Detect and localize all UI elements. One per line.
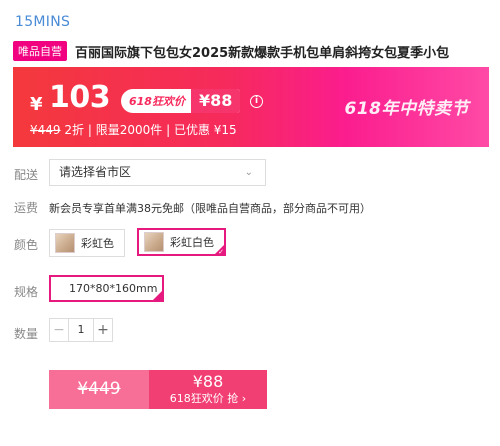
brand-name[interactable]: 15MINS	[15, 14, 70, 30]
self-operated-badge: 唯品自营	[13, 41, 67, 61]
freight-text: 新会员专享首单满38元免邮（限唯品自营商品，部分商品不可用）	[49, 202, 371, 215]
product-title-row: 唯品自营 百丽国际旗下包包女2025新款爆款手机包单肩斜挎女包夏季小包	[13, 40, 493, 62]
discount-text: 2折	[64, 123, 85, 137]
spec-option-label: 170*80*160mm	[69, 282, 158, 295]
shipping-label: 配送	[14, 168, 39, 182]
increment-button[interactable]: +	[94, 319, 112, 341]
quantity-stepper: − 1 +	[49, 318, 113, 342]
festival-banner-text: 618年中特卖节	[344, 99, 469, 119]
region-select[interactable]: 请选择省市区 ⌄	[49, 159, 266, 186]
color-swatch	[55, 233, 75, 253]
promo-price: ¥88	[190, 89, 241, 113]
promo-label: 618狂欢价	[129, 95, 185, 108]
buy-action-label: 618狂欢价 抢 ›	[169, 392, 247, 405]
color-option-rainbow-white[interactable]: 彩虹白色 ✓	[137, 228, 226, 256]
price-banner: ¥ 103 618狂欢价 ¥88 i ¥449 2折 | 限量2000件 | 已…	[13, 67, 489, 147]
price-sub-line: ¥449 2折 | 限量2000件 | 已优惠 ¥15	[30, 121, 237, 138]
limit-text: 限量2000件	[95, 123, 163, 137]
spec-option[interactable]: 170*80*160mm ✓	[49, 275, 164, 302]
price-currency: ¥	[30, 94, 43, 115]
color-swatch	[144, 232, 164, 252]
original-price-button[interactable]: ¥449	[49, 370, 149, 409]
saved-text: 已优惠 ¥15	[173, 123, 237, 137]
spec-label: 规格	[14, 285, 39, 299]
buy-price: ¥88	[192, 372, 224, 391]
original-price: ¥449	[30, 123, 61, 137]
promo-price-tag: 618狂欢价 ¥88	[121, 89, 241, 113]
decrement-button[interactable]: −	[50, 319, 68, 341]
check-icon: ✓	[156, 286, 162, 294]
check-icon: ✓	[218, 248, 224, 256]
freight-label: 运费	[14, 201, 39, 215]
info-icon[interactable]: i	[250, 95, 263, 108]
quantity-input[interactable]: 1	[68, 319, 94, 341]
current-price: 103	[49, 80, 111, 115]
buy-now-button[interactable]: ¥88 618狂欢价 抢 ›	[149, 370, 267, 409]
quantity-label: 数量	[14, 327, 39, 341]
chevron-down-icon: ⌄	[244, 167, 253, 178]
product-title: 百丽国际旗下包包女2025新款爆款手机包单肩斜挎女包夏季小包	[75, 45, 450, 61]
color-label: 颜色	[14, 238, 39, 252]
separator: |	[87, 123, 92, 137]
color-option-rainbow[interactable]: 彩虹色	[49, 229, 125, 257]
color-option-label: 彩虹色	[81, 237, 114, 250]
region-select-value: 请选择省市区	[59, 165, 132, 179]
separator: |	[166, 123, 171, 137]
